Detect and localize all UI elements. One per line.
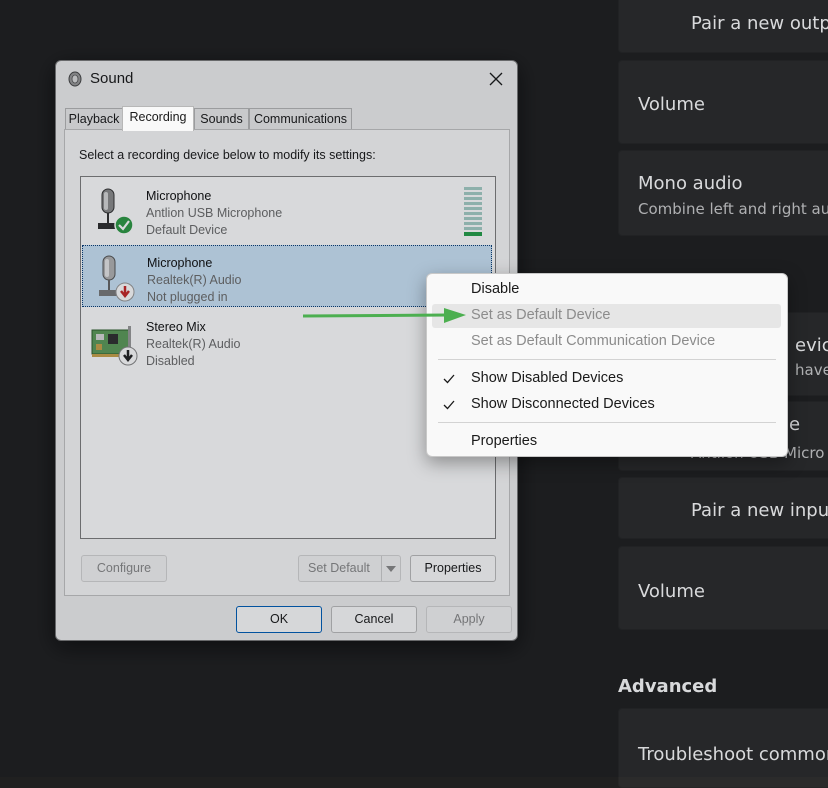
card-title: Troubleshoot commor (638, 744, 828, 765)
device-status: Default Device (146, 223, 228, 237)
close-button[interactable] (480, 65, 512, 93)
checkmark-icon (442, 372, 456, 386)
checkmark-icon (442, 398, 456, 412)
card-subtitle: Combine left and right au (638, 200, 828, 218)
card-subtitle: have t (795, 361, 828, 379)
configure-button[interactable]: Configure (81, 555, 167, 582)
card-title: Volume (638, 94, 705, 115)
dialog-titlebar[interactable]: Sound (56, 61, 517, 97)
tab-playback[interactable]: Playback (65, 108, 123, 130)
chevron-down-icon (386, 565, 396, 572)
tab-sounds[interactable]: Sounds (194, 108, 249, 130)
properties-button[interactable]: Properties (410, 555, 496, 582)
advanced-heading: Advanced (618, 676, 718, 697)
card-title: evice (795, 335, 828, 356)
instruction-text: Select a recording device below to modif… (79, 148, 376, 162)
settings-card-troubleshoot[interactable]: Troubleshoot commor (618, 708, 828, 788)
menu-item-label: Show Disabled Devices (471, 370, 624, 386)
menu-item-show-disconnected[interactable]: Show Disconnected Devices (432, 393, 781, 417)
device-description: Realtek(R) Audio (146, 337, 241, 351)
menu-item-properties[interactable]: Properties (432, 430, 781, 454)
menu-separator (438, 422, 776, 423)
close-icon (489, 72, 503, 86)
microphone-icon (91, 254, 139, 304)
card-title: Pair a new input (691, 500, 828, 521)
card-title: Mono audio (638, 173, 743, 194)
level-meter (464, 187, 482, 237)
settings-card-pair-output[interactable]: Pair a new outpu (618, 0, 828, 53)
set-default-dropdown[interactable] (381, 556, 400, 581)
apply-button[interactable]: Apply (426, 606, 512, 633)
set-default-label: Set Default (308, 561, 370, 575)
device-status: Disabled (146, 354, 195, 368)
menu-item-label: Show Disconnected Devices (471, 396, 655, 412)
menu-item-label: Disable (471, 281, 520, 297)
device-name: Stereo Mix (146, 320, 206, 334)
device-context-menu: Disable Set as Default Device Set as Def… (426, 273, 788, 457)
menu-item-set-default-communication[interactable]: Set as Default Communication Device (432, 330, 781, 354)
settings-card-mono-audio[interactable]: Mono audio Combine left and right au (618, 150, 828, 236)
device-name: Microphone (146, 189, 212, 203)
device-status: Not plugged in (147, 290, 228, 304)
card-title: Volume (638, 581, 705, 602)
dialog-title: Sound (90, 70, 134, 87)
menu-item-set-default-device[interactable]: Set as Default Device (432, 304, 781, 328)
device-description: Realtek(R) Audio (147, 273, 242, 287)
annotation-arrow-icon (302, 308, 466, 323)
sound-card-icon (90, 318, 138, 368)
device-row-antlion-mic[interactable]: Microphone Antlion USB Microphone Defaul… (82, 179, 492, 241)
card-title: e (789, 414, 801, 435)
menu-item-disable[interactable]: Disable (432, 278, 781, 302)
device-description: Antlion USB Microphone (146, 206, 283, 220)
settings-card-pair-input[interactable]: Pair a new input (618, 477, 828, 539)
microphone-icon (90, 187, 138, 237)
menu-item-show-disabled[interactable]: Show Disabled Devices (432, 367, 781, 391)
speaker-icon (67, 71, 83, 87)
ok-button[interactable]: OK (236, 606, 322, 633)
card-title: Pair a new outpu (691, 13, 828, 34)
device-name: Microphone (147, 256, 213, 270)
tab-communications[interactable]: Communications (249, 108, 352, 130)
tab-recording[interactable]: Recording (122, 106, 194, 131)
menu-item-label: Set as Default Communication Device (471, 333, 716, 349)
menu-item-label: Set as Default Device (471, 307, 611, 323)
menu-separator (438, 359, 776, 360)
set-default-button[interactable]: Set Default (298, 555, 401, 582)
cancel-button[interactable]: Cancel (331, 606, 417, 633)
settings-card-output-volume[interactable]: Volume (618, 60, 828, 144)
settings-card-input-volume[interactable]: Volume (618, 546, 828, 630)
menu-item-label: Properties (471, 433, 538, 449)
